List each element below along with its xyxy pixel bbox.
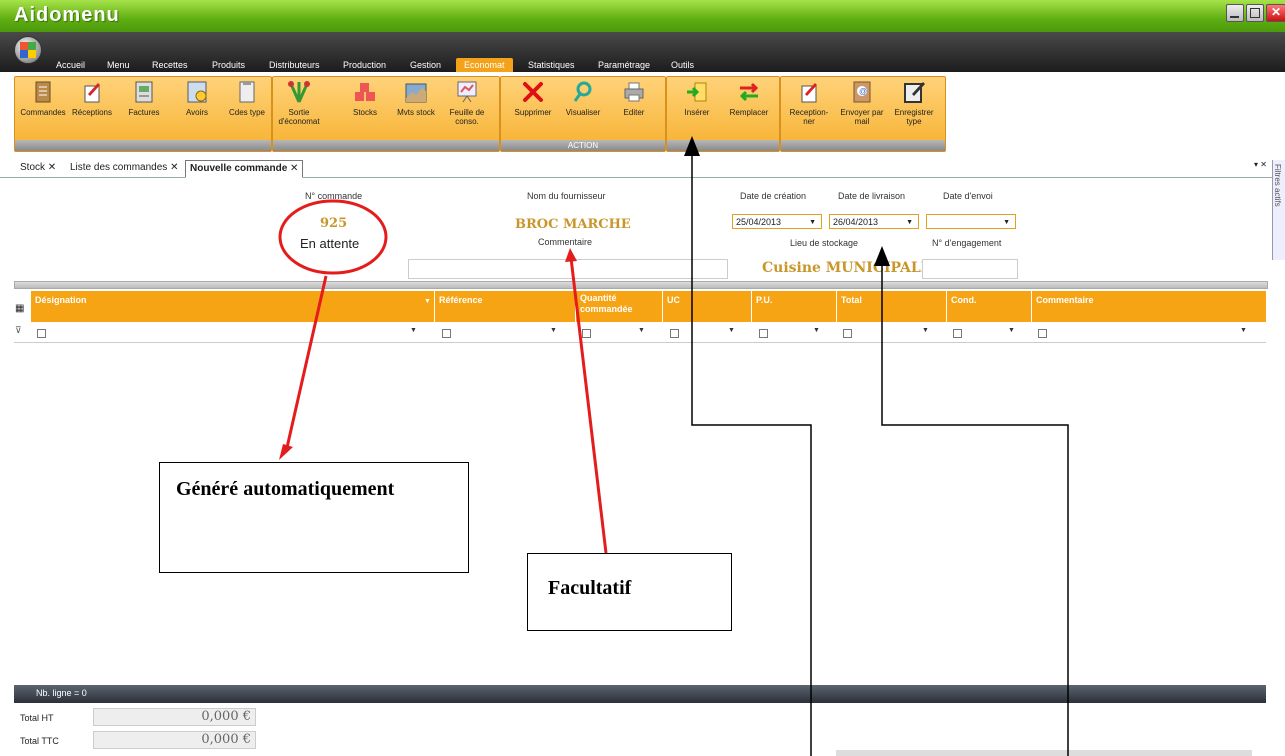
annotation-arrowhead: [874, 246, 890, 266]
annotation-circle: [278, 199, 388, 275]
annotation-arrow-optional: [569, 257, 608, 554]
annotation-overlay: [278, 136, 1069, 756]
annotation-arrow-generated: [284, 275, 328, 453]
annotation-line-delivery-date: [881, 262, 1069, 756]
annotation-arrowhead: [565, 248, 577, 262]
annotation-line-insert: [691, 150, 812, 756]
annotation-generated-box: Généré automatiquement: [159, 462, 469, 573]
annotation-optional-box: Facultatif: [527, 553, 732, 631]
annotation-arrowhead: [684, 136, 700, 156]
annotation-arrowhead: [279, 444, 293, 460]
